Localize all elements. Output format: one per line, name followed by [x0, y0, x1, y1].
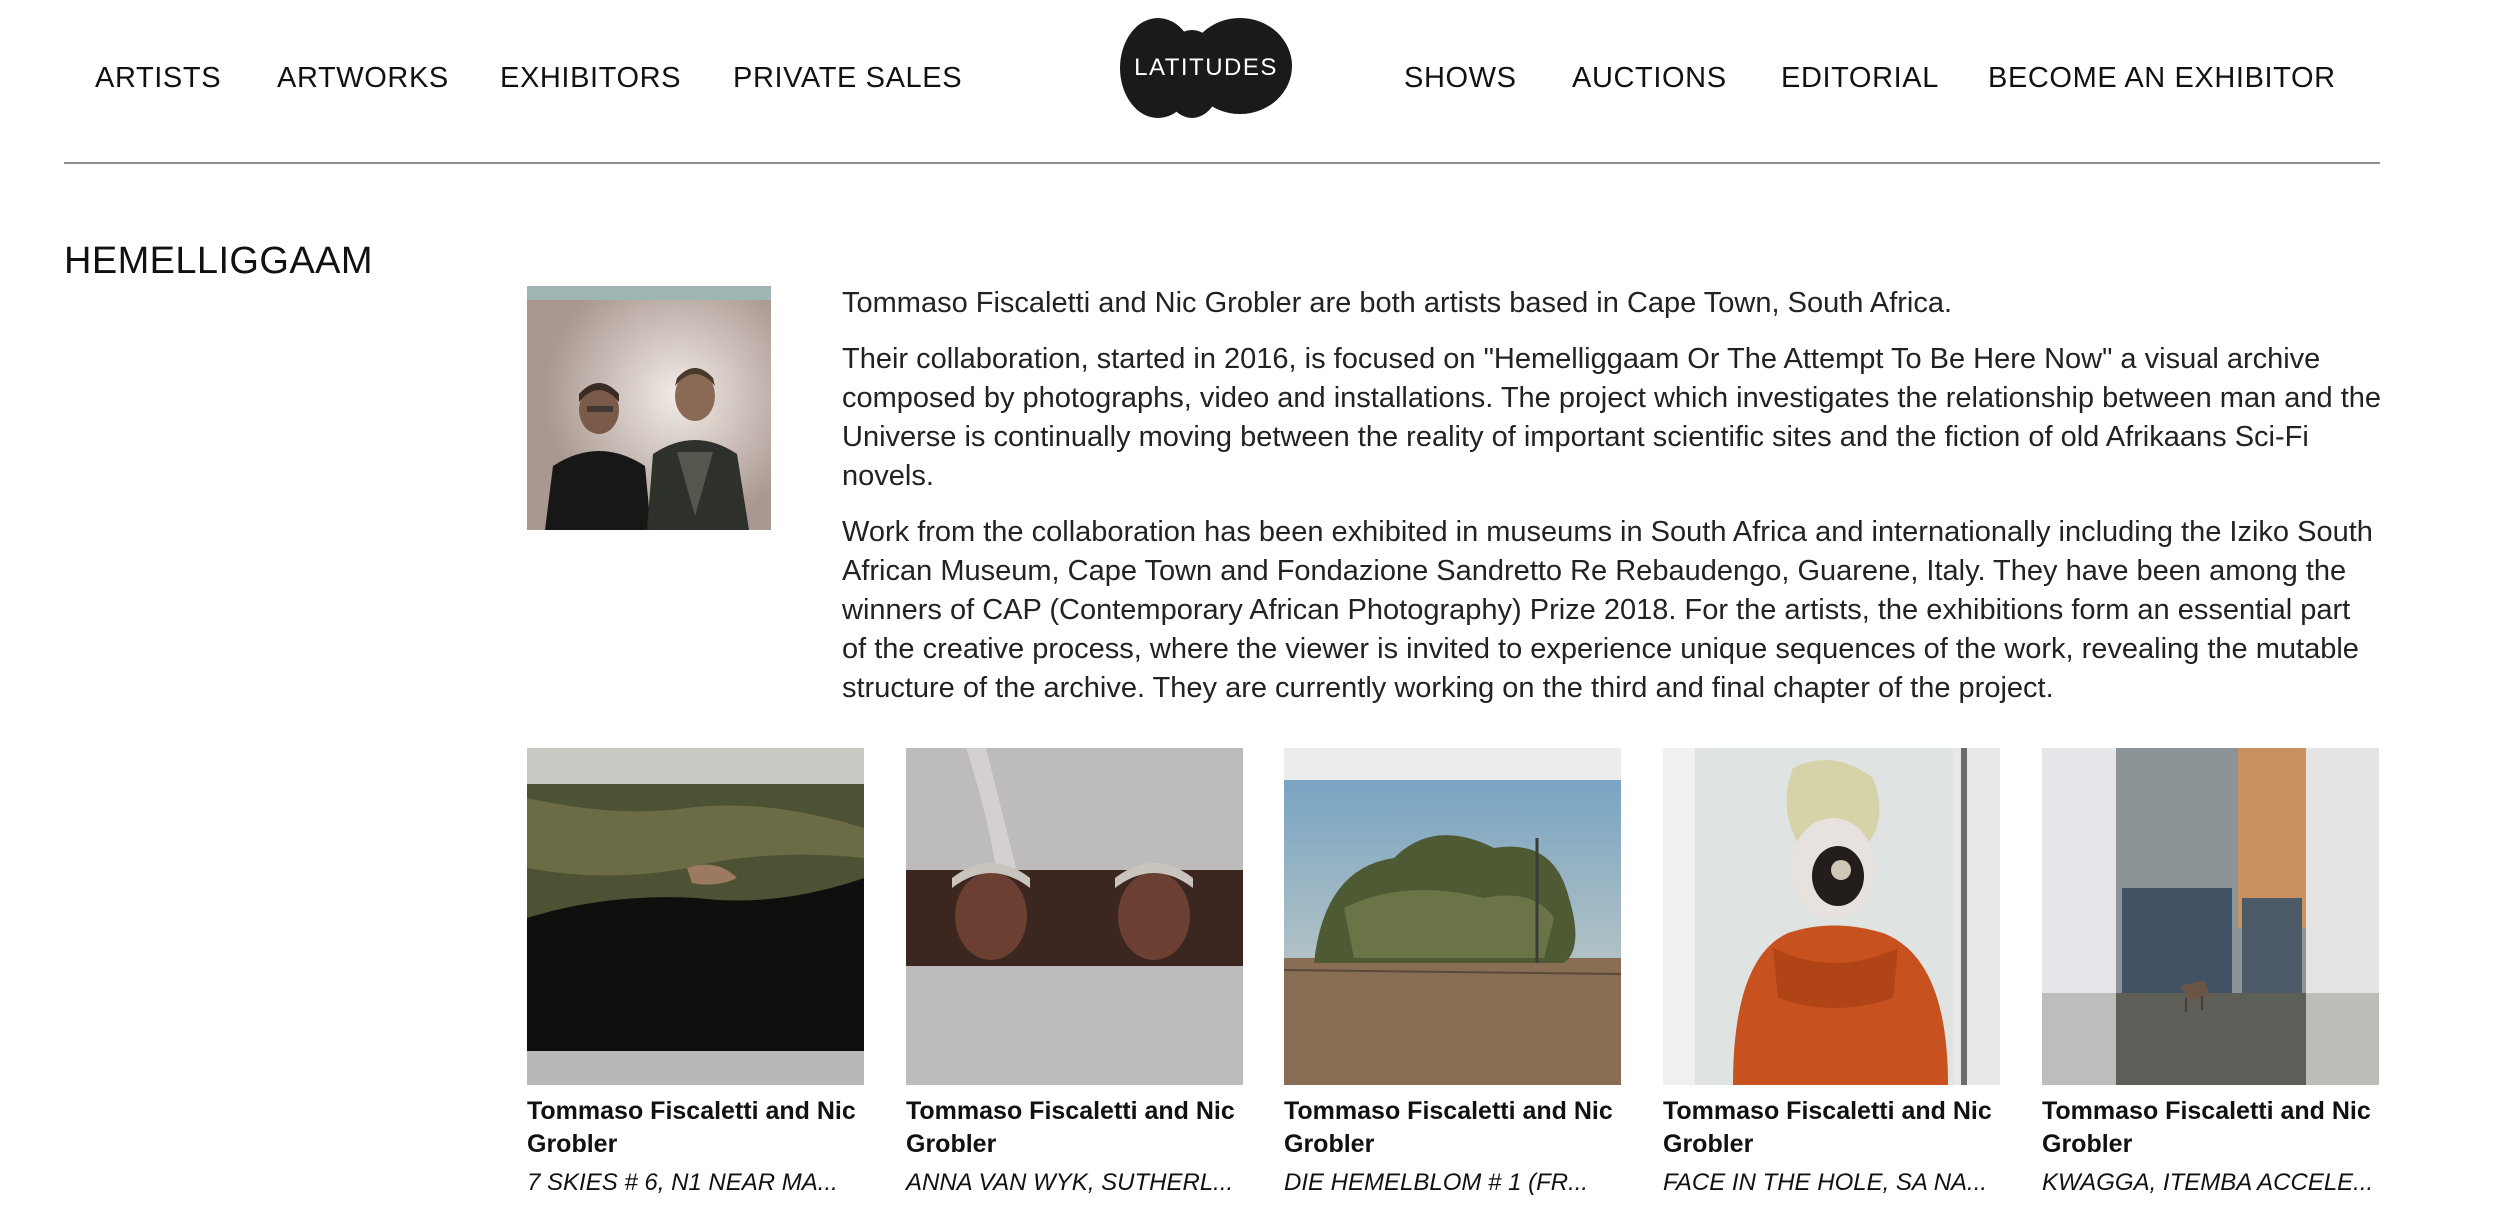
- artwork-image: [2042, 748, 2379, 1085]
- artwork-image: [527, 748, 864, 1085]
- artwork-thumbnail[interactable]: [1663, 748, 2000, 1085]
- logo-text: LATITUDES: [1134, 54, 1278, 81]
- artwork-thumbnail[interactable]: [2042, 748, 2379, 1085]
- nav-become-an-exhibitor[interactable]: BECOME AN EXHIBITOR: [1988, 62, 2336, 95]
- nav-exhibitors[interactable]: EXHIBITORS: [500, 62, 681, 95]
- site-header: ARTISTS ARTWORKS EXHIBITORS PRIVATE SALE…: [64, 0, 2380, 164]
- artwork-title[interactable]: KWAGGA, ITEMBA ACCELE...: [2042, 1167, 2379, 1199]
- artwork-artist[interactable]: Tommaso Fiscaletti and Nic Grobler: [2042, 1095, 2379, 1161]
- artist-name: HEMELLIGGAAM: [64, 240, 373, 282]
- artwork-card[interactable]: Tommaso Fiscaletti and Nic Grobler KWAGG…: [2042, 748, 2379, 1199]
- artwork-thumbnail[interactable]: [1284, 748, 1621, 1085]
- nav-editorial[interactable]: EDITORIAL: [1781, 62, 1939, 95]
- artwork-card[interactable]: Tommaso Fiscaletti and Nic Grobler 7 SKI…: [527, 748, 864, 1199]
- nav-private-sales[interactable]: PRIVATE SALES: [733, 62, 962, 95]
- bio-paragraph: Their collaboration, started in 2016, is…: [842, 343, 2382, 492]
- artwork-image: [906, 748, 1243, 1085]
- bio-paragraph: Work from the collaboration has been exh…: [842, 516, 2373, 704]
- latitudes-logo[interactable]: LATITUDES: [1120, 16, 1292, 120]
- portrait-image: [527, 286, 771, 530]
- artwork-artist[interactable]: Tommaso Fiscaletti and Nic Grobler: [1663, 1095, 2000, 1161]
- nav-artworks[interactable]: ARTWORKS: [277, 62, 449, 95]
- artwork-title[interactable]: ANNA VAN WYK, SUTHERL...: [906, 1167, 1243, 1199]
- artwork-card[interactable]: Tommaso Fiscaletti and Nic Grobler FACE …: [1663, 748, 2000, 1199]
- artwork-thumbnail[interactable]: [527, 748, 864, 1085]
- artwork-image: [1663, 748, 2000, 1085]
- artwork-title[interactable]: DIE HEMELBLOM # 1 (FR...: [1284, 1167, 1621, 1199]
- bio-paragraph: Tommaso Fiscaletti and Nic Grobler are b…: [842, 287, 1953, 319]
- artwork-artist[interactable]: Tommaso Fiscaletti and Nic Grobler: [527, 1095, 864, 1161]
- artwork-title[interactable]: 7 SKIES # 6, N1 NEAR MA...: [527, 1167, 864, 1199]
- artist-bio: Tommaso Fiscaletti and Nic Grobler are b…: [842, 284, 2382, 725]
- artwork-artist[interactable]: Tommaso Fiscaletti and Nic Grobler: [906, 1095, 1243, 1161]
- artwork-image: [1284, 748, 1621, 1085]
- nav-artists[interactable]: ARTISTS: [95, 62, 221, 95]
- page: ARTISTS ARTWORKS EXHIBITORS PRIVATE SALE…: [0, 0, 2512, 1220]
- artwork-thumbnail[interactable]: [906, 748, 1243, 1085]
- artwork-card[interactable]: Tommaso Fiscaletti and Nic Grobler ANNA …: [906, 748, 1243, 1199]
- artwork-artist[interactable]: Tommaso Fiscaletti and Nic Grobler: [1284, 1095, 1621, 1161]
- nav-auctions[interactable]: AUCTIONS: [1572, 62, 1727, 95]
- artist-portrait: [527, 286, 771, 530]
- artwork-card[interactable]: Tommaso Fiscaletti and Nic Grobler DIE H…: [1284, 748, 1621, 1199]
- nav-shows[interactable]: SHOWS: [1404, 62, 1517, 95]
- artwork-title[interactable]: FACE IN THE HOLE, SA NA...: [1663, 1167, 2000, 1199]
